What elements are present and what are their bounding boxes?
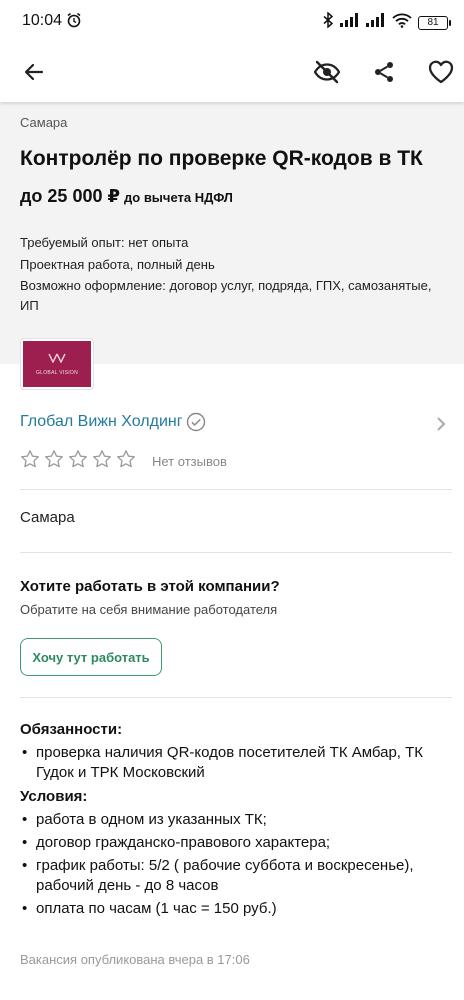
list-item: работа в одном из указанных ТК; [20,810,450,830]
list-item: договор гражданско-правового характера; [20,833,450,853]
vacancy-city: Самара [20,115,68,130]
hide-vacancy-button[interactable] [311,56,343,88]
hide-eye-icon [313,60,341,84]
published-date: Вакансия опубликована вчера в 17:06 [20,952,250,967]
status-time: 10:04 [22,12,63,29]
company-name[interactable]: Глобал Вижн Холдинг [20,413,183,431]
star-icon [45,450,63,468]
signal-icon-2 [366,13,386,32]
list-item: проверка наличия QR-кодов посетителей ТК… [20,743,450,783]
company-city: Самара [20,509,75,526]
salary-note: до вычета НДФЛ [124,190,233,205]
back-button[interactable] [18,56,50,88]
star-icon [21,450,39,468]
company-logo[interactable]: GLOBAL VISION [20,338,94,390]
star-icon [117,450,135,468]
share-button[interactable] [368,56,400,88]
favorite-button[interactable] [425,56,457,88]
verified-check-icon [186,412,206,437]
logo-image: GLOBAL VISION [23,341,91,387]
list-item: график работы: 5/2 ( рабочие суббота и в… [20,856,450,896]
status-bar: 10:04 81 [0,0,464,42]
heart-icon [428,60,454,84]
vacancy-info: Требуемый опыт: нет опыта Проектная рабо… [20,232,440,316]
employment-text: Возможно оформление: договор услуг, подр… [20,278,432,313]
app-bar [0,42,464,102]
alarm-icon [66,12,82,33]
chevron-right-icon [436,416,446,437]
star-icon [93,450,111,468]
want-work-title: Хотите работать в этой компании? [20,578,280,595]
conditions-title: Условия: [20,788,88,805]
experience-text: Требуемый опыт: нет опыта [20,235,189,250]
duties-list: проверка наличия QR-кодов посетителей ТК… [20,743,450,783]
schedule-text: Проектная работа, полный день [20,257,215,272]
rating-stars [20,449,136,469]
battery-indicator: 81 [418,15,451,30]
salary-value: до 25 000 ₽ [20,186,121,206]
reviews-count: Нет отзывов [152,454,227,469]
company-link[interactable]: Глобал Вижн Холдинг [20,410,450,436]
wifi-icon [392,13,412,33]
divider [20,489,452,490]
bluetooth-icon [322,11,334,33]
signal-icon [340,13,360,32]
want-work-subtitle: Обратите на себя внимание работодателя [20,602,278,617]
logo-text: GLOBAL VISION [35,370,79,376]
duties-title: Обязанности: [20,721,123,738]
star-icon [69,450,87,468]
share-icon [375,62,393,82]
conditions-list: работа в одном из указанных ТК; договор … [20,810,450,919]
want-work-button[interactable]: Хочу тут работать [20,638,162,676]
vacancy-title: Контролёр по проверке QR-кодов в ТК [20,147,423,170]
vacancy-description: Обязанности: проверка наличия QR-кодов п… [20,720,450,922]
back-arrow-icon [24,63,44,81]
divider [20,552,452,553]
list-item: оплата по часам (1 час = 150 руб.) [20,899,450,919]
vacancy-salary: до 25 000 ₽ до вычета НДФЛ [20,186,233,207]
logo-mark-icon [48,352,66,366]
divider [20,697,452,698]
